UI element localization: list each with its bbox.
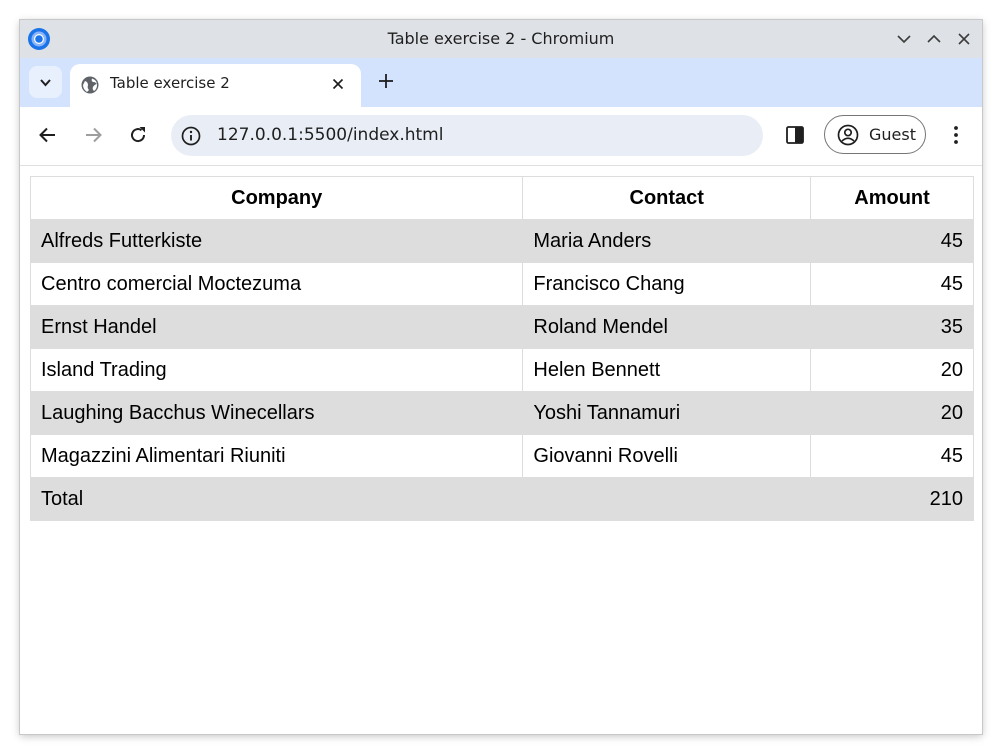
cell-amount: 45 [810,434,974,478]
profile-label: Guest [869,125,916,144]
page-content: Company Contact Amount Alfreds Futterkis… [20,166,982,734]
cell-contact: Francisco Chang [522,262,812,306]
cell-contact: Giovanni Rovelli [522,434,812,478]
cell-company: Centro comercial Moctezuma [29,262,524,306]
tab-title: Table exercise 2 [110,74,230,92]
cell-amount: 20 [810,391,974,435]
table-header-row: Company Contact Amount [29,176,974,220]
minimize-icon[interactable] [893,28,915,50]
total-contact-empty [522,477,812,521]
reload-icon[interactable] [127,124,149,146]
cell-contact: Yoshi Tannamuri [522,391,812,435]
header-company: Company [29,176,524,220]
cell-amount: 20 [810,348,974,392]
side-panel-icon[interactable] [785,125,805,145]
maximize-icon[interactable] [923,28,945,50]
tab-active[interactable]: Table exercise 2 [70,64,361,107]
title-bar: Table exercise 2 - Chromium [20,20,982,58]
arrow-left-icon[interactable] [37,124,59,146]
cell-company: Laughing Bacchus Winecellars [29,391,524,435]
browser-window: Table exercise 2 - Chromium Table exerci… [20,20,982,734]
arrow-right-icon[interactable] [82,124,104,146]
info-icon[interactable] [181,126,201,146]
close-window-icon[interactable] [953,28,975,50]
tab-strip: Table exercise 2 [20,58,982,107]
cell-company: Island Trading [29,348,524,392]
table-row: Island Trading Helen Bennett 20 [29,348,974,392]
toolbar: 127.0.0.1:5500/index.html Guest [20,107,982,166]
tab-search-button[interactable] [29,66,62,98]
total-label: Total [29,477,524,521]
table-row: Alfreds Futterkiste Maria Anders 45 [29,219,974,263]
header-amount: Amount [810,176,974,220]
table-footer-row: Total 210 [29,477,974,521]
globe-icon [81,76,99,94]
more-vert-icon[interactable] [946,124,966,146]
account-circle-icon [837,124,859,146]
total-amount: 210 [810,477,974,521]
cell-company: Magazzini Alimentari Riuniti [29,434,524,478]
data-table: Company Contact Amount Alfreds Futterkis… [29,176,974,521]
table-row: Laughing Bacchus Winecellars Yoshi Tanna… [29,391,974,435]
cell-company: Alfreds Futterkiste [29,219,524,263]
cell-contact: Maria Anders [522,219,812,263]
table-row: Magazzini Alimentari Riuniti Giovanni Ro… [29,434,974,478]
window-title: Table exercise 2 - Chromium [387,29,615,48]
table-row: Centro comercial Moctezuma Francisco Cha… [29,262,974,306]
header-contact: Contact [522,176,812,220]
profile-button[interactable]: Guest [824,115,926,154]
cell-contact: Helen Bennett [522,348,812,392]
table-row: Ernst Handel Roland Mendel 35 [29,305,974,349]
plus-icon[interactable] [372,67,400,95]
cell-company: Ernst Handel [29,305,524,349]
cell-amount: 45 [810,219,974,263]
cell-contact: Roland Mendel [522,305,812,349]
cell-amount: 45 [810,262,974,306]
url-text[interactable]: 127.0.0.1:5500/index.html [217,115,443,156]
chevron-down-icon [40,79,51,87]
close-icon[interactable] [328,74,348,94]
cell-amount: 35 [810,305,974,349]
address-bar[interactable]: 127.0.0.1:5500/index.html [171,115,763,156]
